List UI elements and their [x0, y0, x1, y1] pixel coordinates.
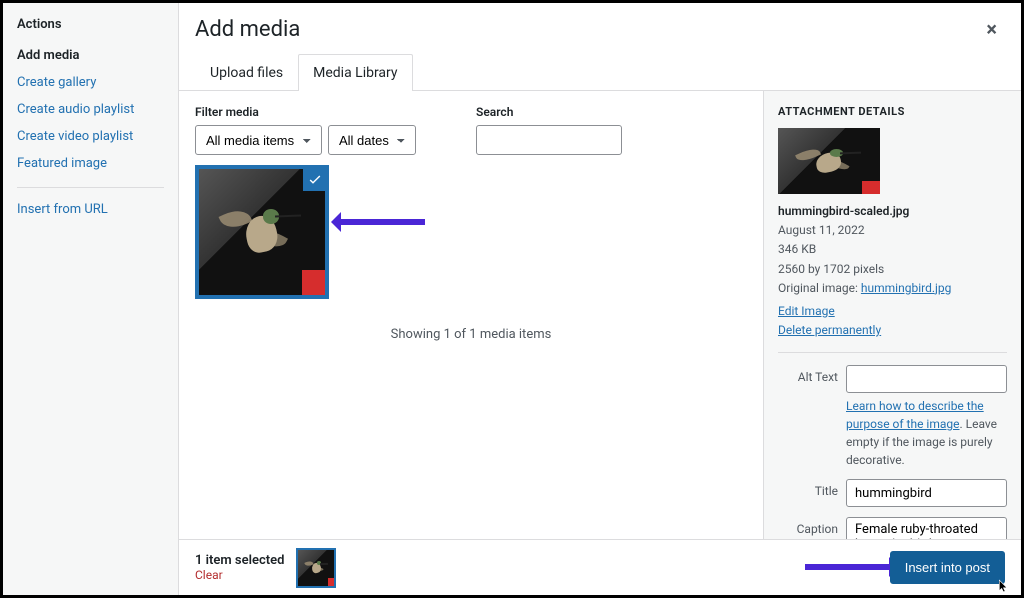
sidebar-item-create-video-playlist[interactable]: Create video playlist	[17, 123, 164, 150]
tab-upload-files[interactable]: Upload files	[195, 54, 298, 91]
original-image-label: Original image:	[778, 281, 861, 295]
title-label: Title	[778, 479, 838, 498]
delete-permanently-link[interactable]: Delete permanently	[778, 321, 881, 340]
caption-label: Caption	[778, 517, 838, 536]
actions-heading: Actions	[17, 17, 164, 32]
media-type-filter[interactable]: All media items	[195, 125, 322, 155]
sidebar-divider	[17, 187, 164, 188]
insert-into-post-button[interactable]: Insert into post	[890, 551, 1005, 584]
tab-media-library[interactable]: Media Library	[298, 54, 412, 91]
annotation-arrow-icon	[805, 564, 895, 570]
sidebar-item-insert-from-url[interactable]: Insert from URL	[17, 196, 164, 223]
attachment-filesize: 346 KB	[778, 242, 816, 256]
selected-check-icon[interactable]	[303, 167, 327, 191]
attachment-preview	[778, 128, 880, 194]
edit-image-link[interactable]: Edit Image	[778, 302, 835, 321]
sidebar-item-create-gallery[interactable]: Create gallery	[17, 69, 164, 96]
title-input[interactable]	[846, 479, 1007, 507]
media-date-filter[interactable]: All dates	[328, 125, 416, 155]
attachment-date: August 11, 2022	[778, 223, 865, 237]
attachment-details-heading: ATTACHMENT DETAILS	[778, 105, 1007, 118]
alt-text-input[interactable]	[846, 365, 1007, 393]
media-thumbnail[interactable]	[195, 165, 329, 299]
attachment-dimensions: 2560 by 1702 pixels	[778, 262, 884, 276]
page-title: Add media	[195, 17, 300, 42]
sidebar-item-featured-image[interactable]: Featured image	[17, 150, 164, 177]
caption-input[interactable]: Female ruby-throated hummingbird.	[846, 517, 1007, 539]
close-icon[interactable]: ×	[978, 13, 1005, 45]
search-input[interactable]	[476, 125, 622, 155]
attachment-details-panel: ATTACHMENT DETAILS hummingbird-scaled.jp…	[763, 91, 1021, 539]
search-label: Search	[476, 105, 622, 119]
attachment-filename: hummingbird-scaled.jpg	[778, 204, 909, 218]
items-selected-text: 1 item selected	[195, 553, 284, 568]
original-image-link[interactable]: hummingbird.jpg	[861, 281, 951, 295]
filter-media-label: Filter media	[195, 105, 416, 119]
media-tabs: Upload files Media Library	[179, 53, 1021, 91]
selection-thumbnail[interactable]	[296, 548, 336, 588]
sidebar-item-add-media[interactable]: Add media	[17, 42, 164, 69]
clear-selection-link[interactable]: Clear	[195, 568, 223, 582]
sidebar-item-create-audio-playlist[interactable]: Create audio playlist	[17, 96, 164, 123]
actions-sidebar: Actions Add media Create gallery Create …	[3, 3, 179, 595]
alt-text-label: Alt Text	[778, 365, 838, 384]
media-count-text: Showing 1 of 1 media items	[195, 327, 747, 342]
annotation-arrow-icon	[335, 219, 425, 225]
